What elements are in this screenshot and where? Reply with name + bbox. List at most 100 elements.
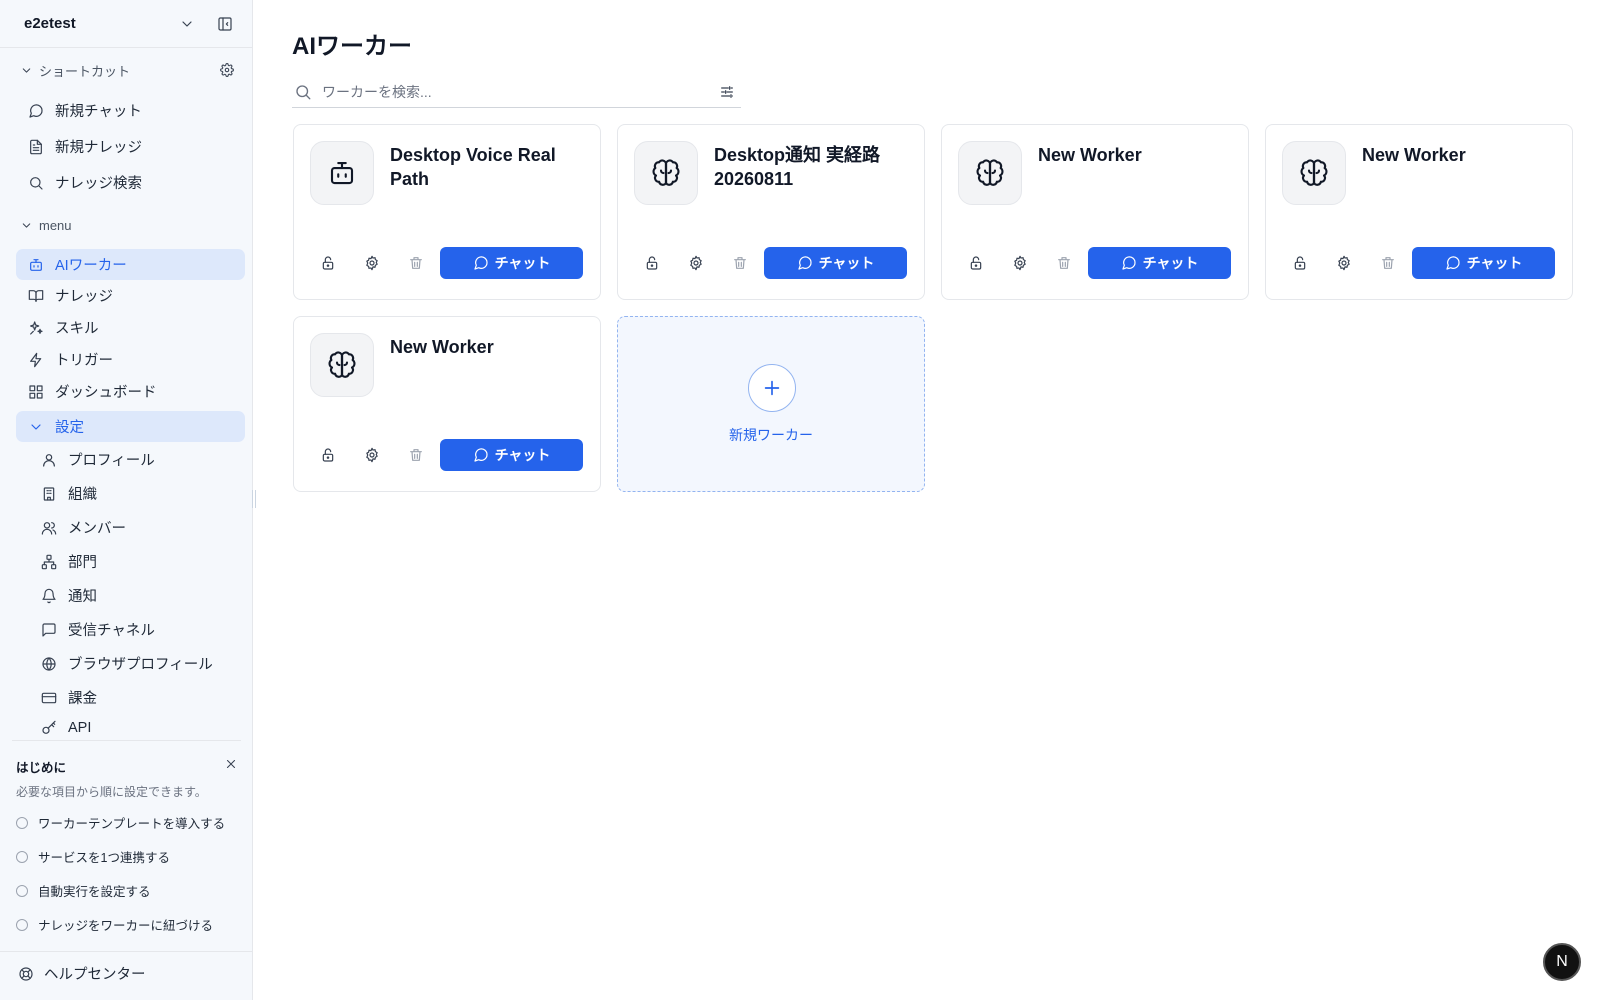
nav-label: ナレッジ <box>55 289 113 305</box>
gear-icon[interactable] <box>1328 247 1360 279</box>
message-square-icon <box>42 622 56 637</box>
nav-label: プロフィール <box>68 453 155 469</box>
nav-settings[interactable]: 設定 <box>16 411 245 442</box>
gear-icon[interactable] <box>680 247 712 279</box>
onboarding-step[interactable]: ナレッジをワーカーに紐づける <box>16 915 213 934</box>
chat-button[interactable]: チャット <box>1412 247 1555 279</box>
menu-label: menu <box>39 217 72 233</box>
document-icon <box>30 139 42 154</box>
nav-settings-members[interactable]: メンバー <box>32 512 245 543</box>
sidebar-toggle-icon[interactable] <box>217 16 233 32</box>
onboarding-subtitle: 必要な項目から順に設定できます。 <box>16 785 207 799</box>
gear-icon[interactable] <box>356 247 388 279</box>
worker-name: New Worker <box>390 337 494 357</box>
nav-label: 通知 <box>68 589 97 605</box>
globe-icon <box>42 656 56 671</box>
chat-button[interactable]: チャット <box>440 247 583 279</box>
trash-icon[interactable] <box>1048 247 1080 279</box>
search-icon <box>30 176 43 190</box>
lock-icon[interactable] <box>312 247 344 279</box>
menu-section-header[interactable]: menu <box>20 213 240 237</box>
onboarding-step-label: 自動実行を設定する <box>38 885 151 899</box>
dashboard-icon <box>29 384 43 399</box>
help-center-link[interactable]: ヘルプセンター <box>18 963 146 984</box>
new-worker-label: 新規ワーカー <box>729 427 813 443</box>
radio-circle-icon <box>16 816 28 829</box>
nav-skills[interactable]: スキル <box>16 312 245 343</box>
trash-icon[interactable] <box>400 247 432 279</box>
nav-label: API <box>68 720 92 736</box>
lock-icon[interactable] <box>636 247 668 279</box>
onboarding-step[interactable]: ワーカーテンプレートを導入する <box>16 813 225 832</box>
worker-name: New Worker <box>1362 145 1466 165</box>
workspace-switcher[interactable]: e2etest <box>0 0 253 48</box>
sparkles-icon <box>30 320 43 335</box>
search-input[interactable] <box>322 83 719 100</box>
chat-button[interactable]: チャット <box>764 247 907 279</box>
shortcuts-section-header[interactable]: ショートカット <box>20 58 240 82</box>
chat-button[interactable]: チャット <box>440 439 583 471</box>
lock-icon[interactable] <box>960 247 992 279</box>
trash-icon[interactable] <box>1372 247 1404 279</box>
bolt-icon <box>30 352 42 367</box>
sidebar-resize-handle[interactable] <box>252 490 256 508</box>
nav-triggers[interactable]: トリガー <box>16 344 245 375</box>
chat-button[interactable]: チャット <box>1088 247 1231 279</box>
shortcuts-label: ショートカット <box>39 63 131 79</box>
nav-knowledge[interactable]: ナレッジ <box>16 280 245 311</box>
users-icon <box>41 521 57 535</box>
chat-bubble-icon <box>797 256 812 270</box>
user-icon <box>43 453 55 467</box>
filter-sliders-icon[interactable] <box>719 84 735 100</box>
worker-card[interactable]: New Worker チャット <box>941 124 1249 300</box>
radio-circle-icon <box>16 850 28 863</box>
close-icon[interactable] <box>224 757 238 771</box>
divider <box>12 740 241 741</box>
workspace-name: e2etest <box>24 15 76 32</box>
nav-label: スキル <box>55 321 99 337</box>
nav-settings-notifications[interactable]: 通知 <box>32 580 245 611</box>
worker-card[interactable]: New Worker チャット <box>293 316 601 492</box>
shortcut-label: 新規ナレッジ <box>55 140 142 156</box>
nav-settings-billing[interactable]: 課金 <box>32 682 245 713</box>
chevron-down-icon <box>31 423 41 430</box>
chat-bubble-icon <box>473 256 488 270</box>
shortcut-new-chat[interactable]: 新規チャット <box>24 95 253 126</box>
new-worker-card[interactable]: 新規ワーカー <box>617 316 925 492</box>
lock-icon[interactable] <box>1284 247 1316 279</box>
nav-settings-inbound-channels[interactable]: 受信チャネル <box>32 614 245 645</box>
nav-dashboard[interactable]: ダッシュボード <box>16 376 245 407</box>
onboarding-step[interactable]: サービスを1つ連携する <box>16 847 170 866</box>
nav-settings-api[interactable]: API <box>32 716 245 740</box>
nav-settings-departments[interactable]: 部門 <box>32 546 245 577</box>
gear-icon[interactable] <box>1004 247 1036 279</box>
trash-icon[interactable] <box>724 247 756 279</box>
nav-settings-organization[interactable]: 組織 <box>32 478 245 509</box>
shortcut-new-knowledge[interactable]: 新規ナレッジ <box>24 131 253 162</box>
bot-icon <box>310 141 374 205</box>
gear-icon[interactable] <box>220 63 240 77</box>
floating-action-button[interactable]: N <box>1543 943 1581 981</box>
nav-label: ブラウザプロフィール <box>68 657 213 673</box>
chevron-down-icon[interactable] <box>179 16 195 32</box>
lock-icon[interactable] <box>312 439 344 471</box>
trash-icon[interactable] <box>400 439 432 471</box>
nav-label: ダッシュボード <box>55 385 157 401</box>
lifebuoy-icon <box>19 966 33 981</box>
nav-settings-profile[interactable]: プロフィール <box>32 444 245 475</box>
worker-card[interactable]: New Worker チャット <box>1265 124 1573 300</box>
shortcut-knowledge-search[interactable]: ナレッジ検索 <box>24 167 253 198</box>
gear-icon[interactable] <box>356 439 388 471</box>
radio-circle-icon <box>16 884 28 897</box>
nav-settings-browser-profiles[interactable]: ブラウザプロフィール <box>32 648 245 679</box>
nav-label: 組織 <box>68 487 97 503</box>
shortcut-label: 新規チャット <box>55 104 142 120</box>
worker-card[interactable]: Desktop通知 実経路 20260811 チャット <box>617 124 925 300</box>
credit-card-icon <box>41 692 57 703</box>
nav-ai-workers[interactable]: AIワーカー <box>16 249 245 280</box>
chat-button-label: チャット <box>1142 255 1199 271</box>
worker-card[interactable]: Desktop Voice Real Path チャット <box>293 124 601 300</box>
book-icon <box>28 289 44 302</box>
brain-icon <box>1282 141 1346 205</box>
onboarding-step[interactable]: 自動実行を設定する <box>16 881 151 900</box>
